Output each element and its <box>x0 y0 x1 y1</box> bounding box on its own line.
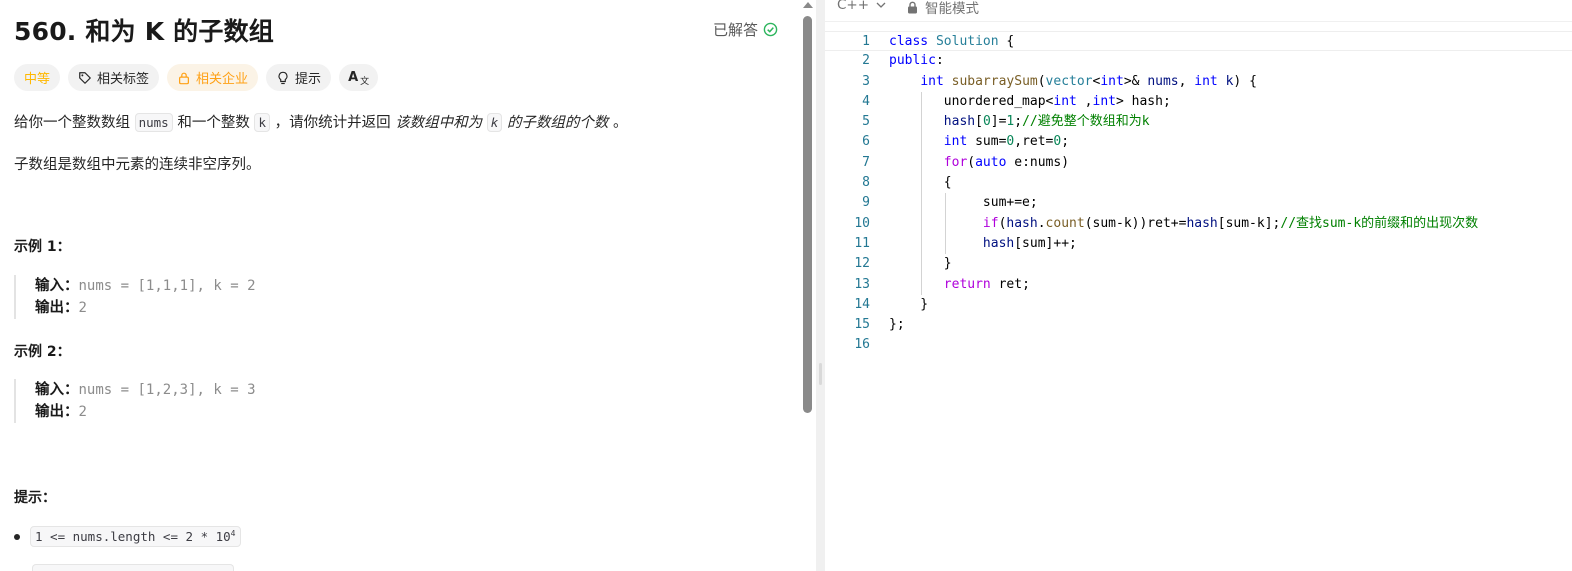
example-1-heading: 示例 1： <box>14 239 71 255</box>
lock-icon <box>179 72 190 84</box>
panel-divider[interactable] <box>816 0 825 571</box>
code-line: 7 for(auto e:nums) <box>825 152 1572 174</box>
constraints-list: 1 <= nums.length <= 2 * 104 <box>14 526 241 548</box>
code-line: 5 hash[0]=1;//避免整个数组和为k <box>825 112 1572 133</box>
editor-toolbar: C++ 智能模式 <box>825 0 1572 22</box>
related-tags-button[interactable]: 相关标签 <box>68 64 160 91</box>
hint-button[interactable]: 提示 <box>266 64 332 91</box>
chevron-down-icon <box>876 2 886 8</box>
lightbulb-icon <box>278 71 288 84</box>
difficulty-badge: 中等 <box>14 64 61 91</box>
smart-mode-toggle[interactable]: 智能模式 <box>907 0 979 17</box>
scroll-up-arrow-icon[interactable] <box>803 2 813 8</box>
solved-status[interactable]: 已解答 <box>713 19 778 40</box>
code-line: 4 unordered_map<int ,int> hash; <box>825 91 1572 113</box>
list-item: 1 <= nums.length <= 2 * 104 <box>14 526 241 548</box>
problem-tags: 中等 相关标签 相关企业 提示 A文 <box>14 64 379 91</box>
code-line: 2 public: <box>862 53 944 69</box>
inline-code-nums: nums <box>134 113 173 132</box>
code-line: 13 return ret; <box>825 274 1572 295</box>
code-line: 9 sum+=e; <box>825 193 1572 214</box>
solved-label: 已解答 <box>713 21 759 39</box>
code-line: 16 <box>854 337 870 353</box>
description-paragraph-2: 子数组是数组中元素的连续非空序列。 <box>14 157 261 173</box>
example-1-block: 输入：nums = [1,1,1], k = 2 输出：2 <box>14 275 256 319</box>
code-line: 6 int sum=0,ret=0; <box>825 132 1572 153</box>
problem-panel: 560. 和为 K 的子数组 已解答 中等 相关标签 相关企业 提示 A文 给你… <box>0 0 800 571</box>
resize-handle[interactable] <box>819 363 822 385</box>
example-2-block: 输入：nums = [1,2,3], k = 3 输出：2 <box>14 379 256 423</box>
code-editor[interactable]: C++ 智能模式 1 class Solution { 2 public: 3 in… <box>825 0 1572 571</box>
code-line: 8 { <box>825 173 1572 194</box>
code-area[interactable]: 1 class Solution { 2 public: 3 int subarra… <box>825 31 1572 356</box>
inline-code-k-2: k <box>486 113 503 132</box>
related-companies-button[interactable]: 相关企业 <box>167 64 259 91</box>
code-line: 3 int subarraySum(vector<int>& nums, int… <box>862 73 1257 89</box>
translate-button[interactable]: A文 <box>339 64 379 91</box>
inline-code-k: k <box>254 113 270 132</box>
constraints-heading: 提示： <box>14 490 56 506</box>
translate-icon: A <box>348 70 359 85</box>
code-line: 12 } <box>825 254 1572 275</box>
code-line: 10 if(hash.count(sum-k))ret+=hash[sum-k]… <box>825 213 1572 234</box>
scrollbar-thumb[interactable] <box>803 16 812 413</box>
code-line: 1 class Solution { <box>825 31 1572 52</box>
problem-title: 560. 和为 K 的子数组 <box>14 17 274 46</box>
description-paragraph-1: 给你一个整数数组 nums 和一个整数 k ，请你统计并返回 该数组中和为 k … <box>14 113 628 132</box>
example-2-heading: 示例 2： <box>14 344 71 360</box>
lock-icon <box>908 1 917 13</box>
list-item-partial <box>32 564 234 571</box>
code-line: 14 } <box>854 296 929 312</box>
code-line: 15}; <box>854 317 905 333</box>
tag-icon <box>79 71 91 84</box>
check-circle-icon <box>763 22 778 37</box>
code-line: 11 hash[sum]++; <box>825 233 1572 255</box>
language-select[interactable]: C++ <box>837 0 887 13</box>
